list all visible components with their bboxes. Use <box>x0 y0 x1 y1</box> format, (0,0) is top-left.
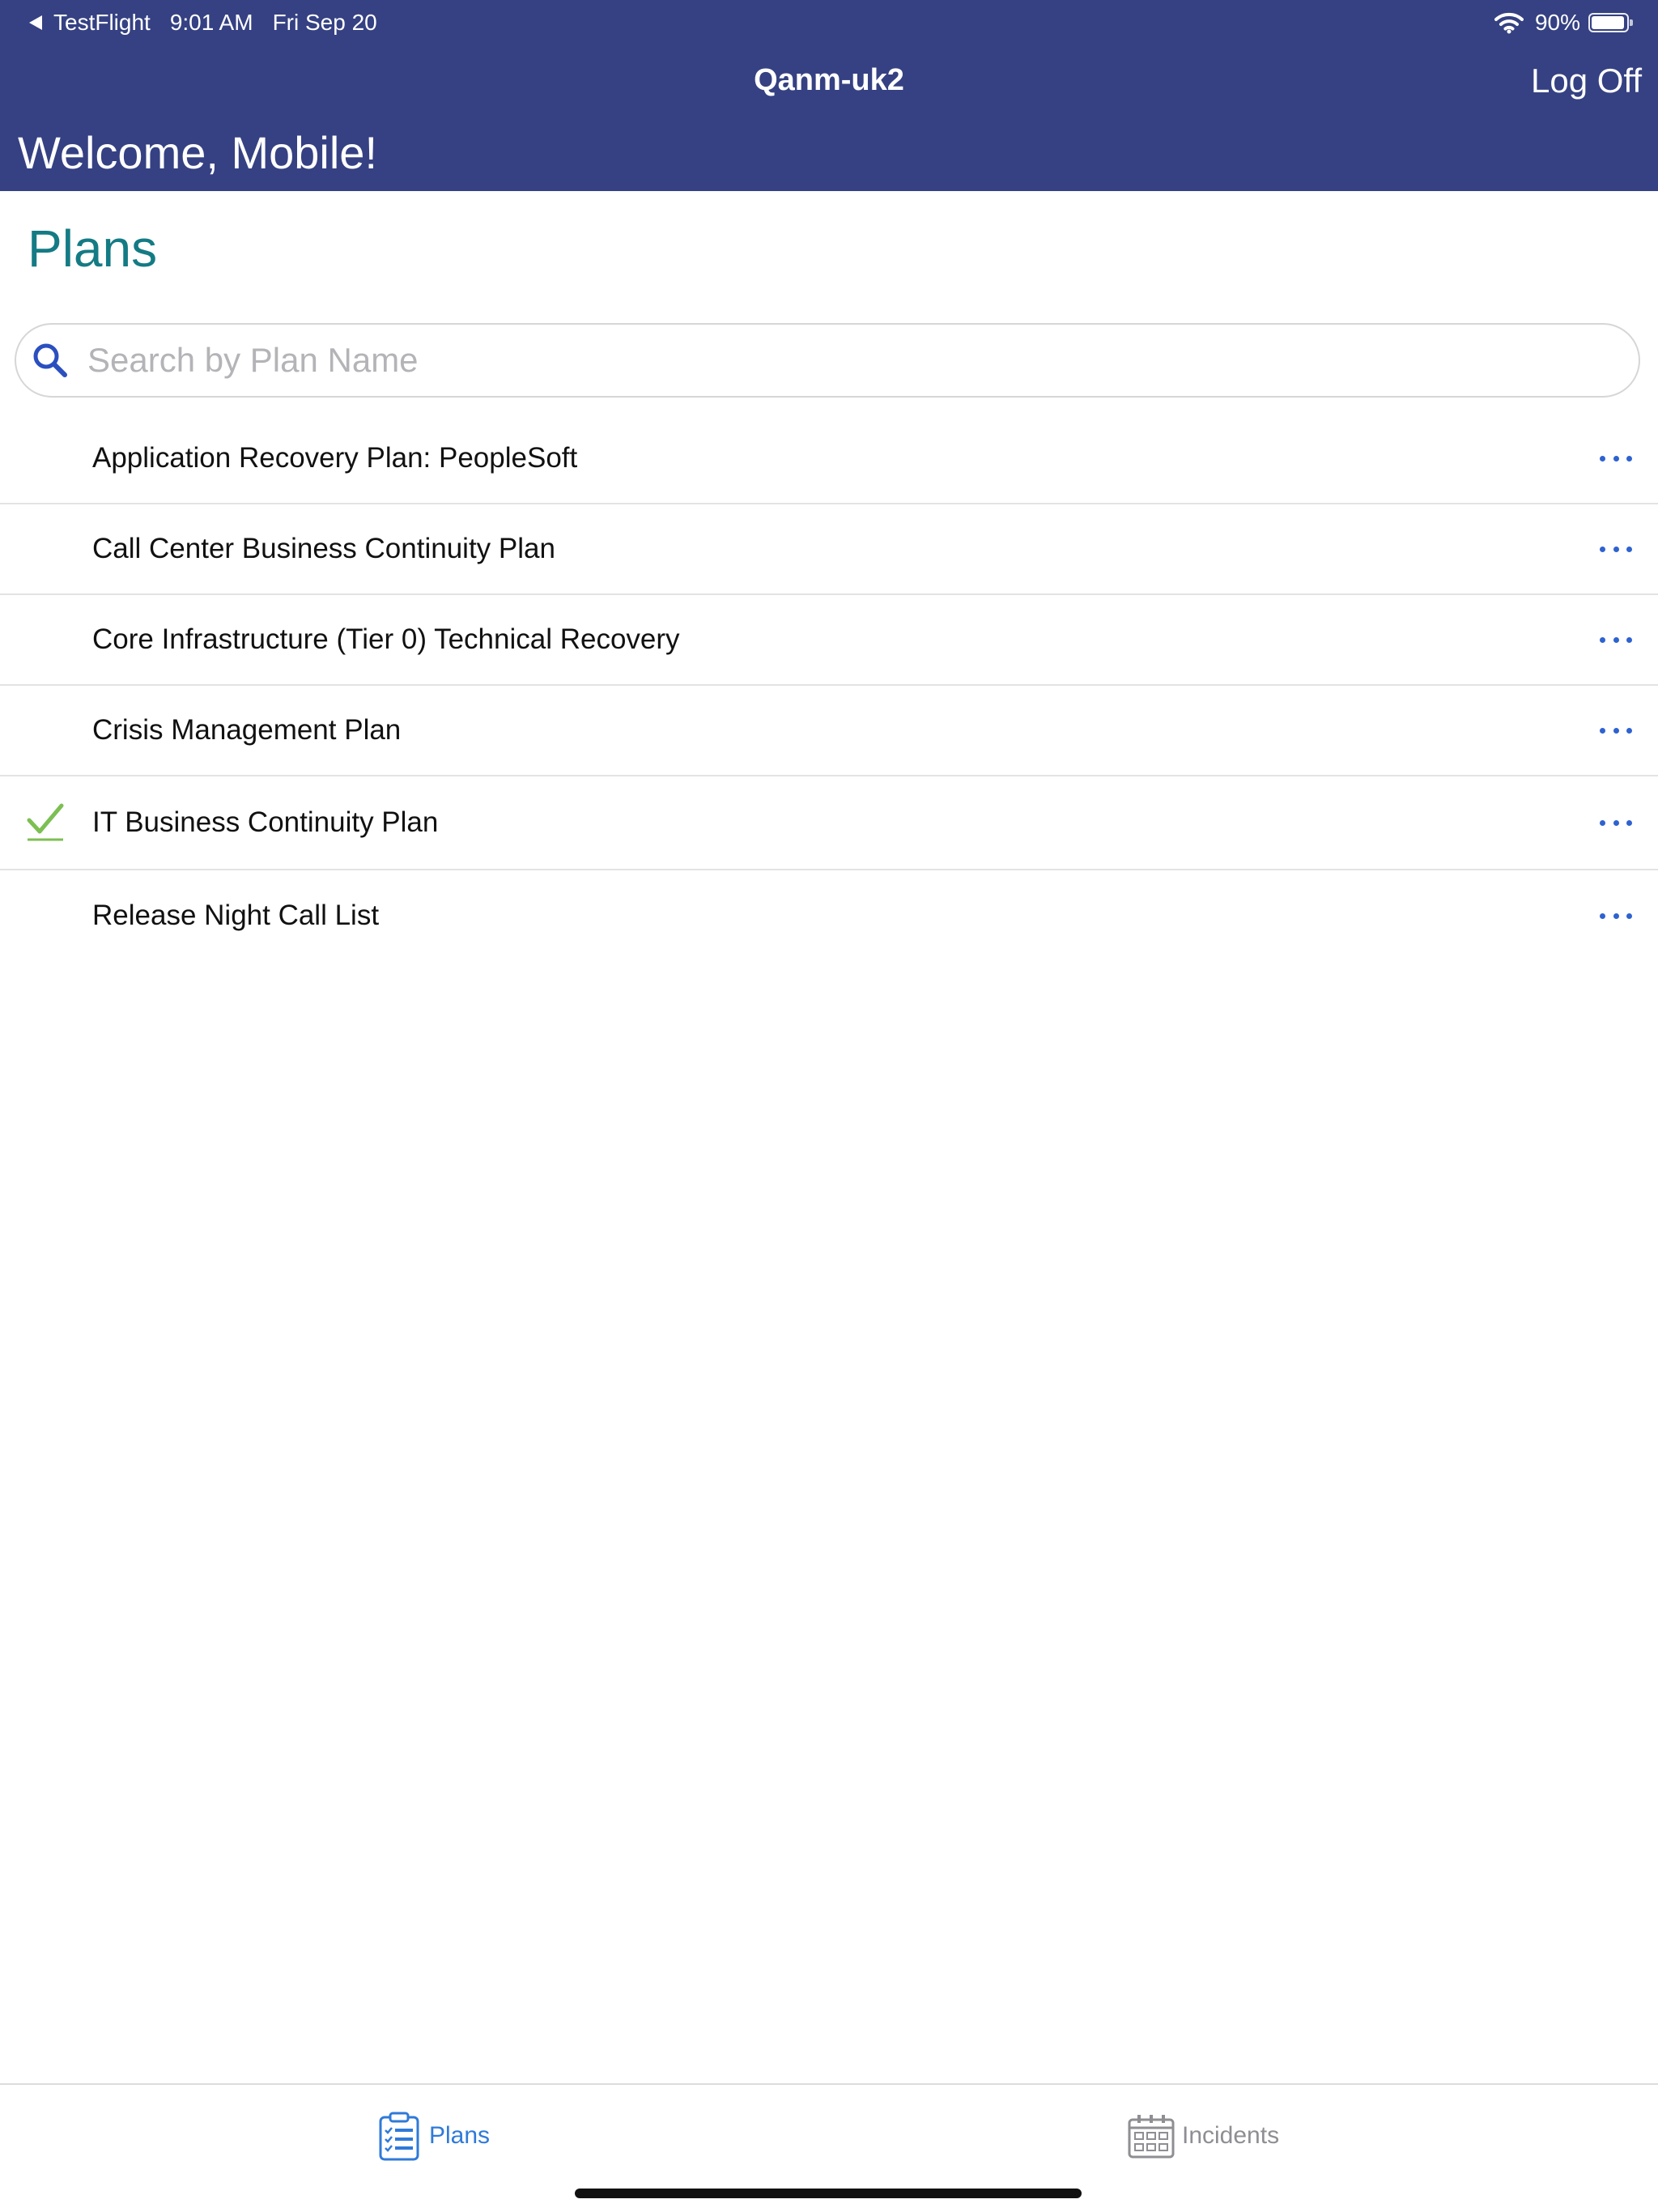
wifi-icon <box>1494 12 1524 34</box>
tab-bar: Plans Incidents <box>0 2083 1658 2212</box>
list-item[interactable]: Core Infrastructure (Tier 0) Technical R… <box>0 595 1658 686</box>
tab-incidents-label: Incidents <box>1182 2122 1280 2149</box>
list-item[interactable]: Release Night Call List <box>0 870 1658 961</box>
search-bar[interactable] <box>15 323 1640 398</box>
back-arrow-icon <box>29 15 42 30</box>
tab-plans-label: Plans <box>429 2122 491 2149</box>
tab-plans[interactable]: Plans <box>377 2108 490 2164</box>
nav-title: Qanm-uk2 <box>754 63 904 97</box>
plan-name: Call Center Business Continuity Plan <box>92 533 555 564</box>
checkmark-icon <box>27 803 64 841</box>
log-off-button[interactable]: Log Off <box>1531 62 1642 100</box>
status-date: Fri Sep 20 <box>272 10 377 35</box>
more-options-icon[interactable] <box>1600 450 1632 466</box>
search-icon <box>33 343 67 377</box>
plan-list: Application Recovery Plan: PeopleSoft Ca… <box>0 414 1658 961</box>
list-item[interactable]: Application Recovery Plan: PeopleSoft <box>0 414 1658 504</box>
more-options-icon[interactable] <box>1600 815 1632 831</box>
app-header: TestFlight 9:01 AM Fri Sep 20 90% Qanm-u… <box>0 0 1658 191</box>
status-bar: TestFlight 9:01 AM Fri Sep 20 90% <box>0 0 1658 45</box>
more-options-icon[interactable] <box>1600 722 1632 738</box>
page-title: Plans <box>28 219 158 278</box>
battery-percent: 90% <box>1534 10 1580 35</box>
tab-incidents[interactable]: Incidents <box>1127 2108 1279 2164</box>
back-to-app-link[interactable]: TestFlight 9:01 AM Fri Sep 20 <box>29 8 397 37</box>
more-options-icon[interactable] <box>1600 632 1632 648</box>
list-item-selected[interactable]: IT Business Continuity Plan <box>0 776 1658 870</box>
clipboard-list-icon <box>379 2112 419 2161</box>
search-input[interactable] <box>86 340 1587 381</box>
back-app-label: TestFlight <box>53 10 151 35</box>
list-item[interactable]: Crisis Management Plan <box>0 686 1658 776</box>
plan-name: IT Business Continuity Plan <box>92 806 439 838</box>
calendar-grid-icon <box>1128 2115 1175 2159</box>
plan-name: Application Recovery Plan: PeopleSoft <box>92 442 578 474</box>
list-item[interactable]: Call Center Business Continuity Plan <box>0 504 1658 595</box>
welcome-message: Welcome, Mobile! <box>18 127 378 178</box>
plan-name: Core Infrastructure (Tier 0) Technical R… <box>92 623 680 655</box>
status-indicators: 90% <box>1494 8 1633 37</box>
more-options-icon[interactable] <box>1600 908 1632 924</box>
more-options-icon[interactable] <box>1600 541 1632 557</box>
plan-name: Crisis Management Plan <box>92 714 402 746</box>
battery-icon <box>1588 13 1633 32</box>
status-time: 9:01 AM <box>169 10 253 35</box>
home-indicator <box>575 2189 1082 2198</box>
plan-name: Release Night Call List <box>92 900 380 931</box>
